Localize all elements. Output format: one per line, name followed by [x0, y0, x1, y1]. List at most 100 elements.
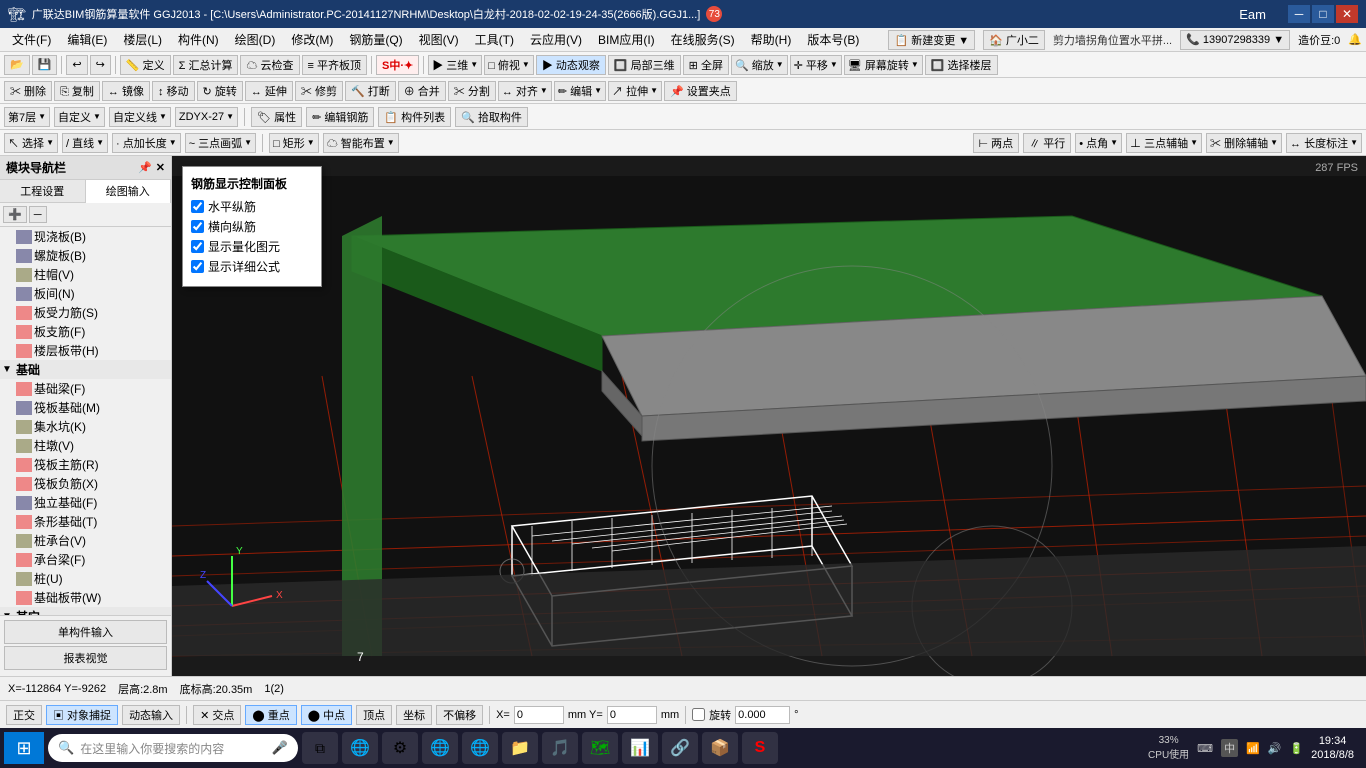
rotate-checkbox[interactable] — [692, 708, 705, 721]
coord-btn[interactable]: 坐标 — [396, 705, 432, 725]
arc-dropdown[interactable]: ~ 三点画弧 ▼ — [185, 133, 256, 153]
sidebar-collapse-btn[interactable]: ─ — [29, 206, 47, 223]
menu-view[interactable]: 视图(V) — [411, 29, 467, 50]
merge-btn[interactable]: ⊕ 合并 — [398, 81, 446, 101]
checkbox-horizontal[interactable]: 水平纵筋 — [191, 198, 313, 215]
define-btn[interactable]: 📏 定义 — [120, 55, 171, 75]
taskbar-app-green[interactable]: 🗺 — [582, 732, 618, 764]
align-top-btn[interactable]: ≡ 平齐板顶 — [302, 55, 367, 75]
pickup-component-btn[interactable]: 🔍 拾取构件 — [455, 107, 528, 127]
local-3d-btn[interactable]: 🔲 局部三维 — [608, 55, 681, 75]
top-view-dropdown[interactable]: □ 俯视 ▼ — [484, 55, 534, 75]
rotate-btn[interactable]: ↻ 旋转 — [197, 81, 243, 101]
no-offset-btn[interactable]: 不偏移 — [436, 705, 483, 725]
tree-item-banshouli[interactable]: 板受力筋(S) — [0, 303, 171, 322]
tree-item-luodiban[interactable]: 螺旋板(B) — [0, 246, 171, 265]
expand-icon[interactable]: ▼ — [2, 364, 16, 375]
report-view-btn[interactable]: 报表视觉 — [4, 646, 167, 670]
taskbar-app-ie2[interactable]: 🌐 — [462, 732, 498, 764]
select-floor-btn[interactable]: 🔲 选择楼层 — [925, 55, 998, 75]
taskbar-app-folder[interactable]: 📁 — [502, 732, 538, 764]
tree-item-dulijichu[interactable]: 独立基础(F) — [0, 493, 171, 512]
y-input[interactable] — [607, 706, 657, 724]
line-type-select[interactable]: 自定义线 ▼ — [109, 107, 171, 127]
tree-item-banjian[interactable]: 板间(N) — [0, 284, 171, 303]
component-list-btn[interactable]: 📋 构件列表 — [378, 107, 451, 127]
rotate-input[interactable] — [735, 706, 790, 724]
undo-btn[interactable]: ↩ — [66, 55, 87, 75]
cloud-check-btn[interactable]: ☁ 云检查 — [240, 55, 299, 75]
save-btn[interactable]: 💾 — [32, 55, 58, 75]
tree-item-jichuban[interactable]: 基础板带(W) — [0, 588, 171, 607]
menu-tools[interactable]: 工具(T) — [467, 29, 522, 50]
taskbar-app-settings[interactable]: ⚙ — [382, 732, 418, 764]
two-point-btn[interactable]: ⊢ 两点 — [973, 133, 1020, 153]
menu-rebar-qty[interactable]: 钢筋量(Q) — [341, 29, 410, 50]
length-mark-dropdown[interactable]: ↔ 长度标注 ▼ — [1286, 133, 1362, 153]
cad-center-btn[interactable]: S中·✦ — [376, 55, 419, 75]
smart-arrange-dropdown[interactable]: ☁ 智能布置 ▼ — [323, 133, 399, 153]
sidebar-close-btn[interactable]: ✕ — [156, 161, 165, 174]
tree-item-kuangbanjichu[interactable]: 筏板基础(M) — [0, 398, 171, 417]
edit-rebar-btn[interactable]: ✏ 编辑钢筋 — [306, 107, 374, 127]
menu-edit[interactable]: 编辑(E) — [59, 29, 115, 50]
tab-project-settings[interactable]: 工程设置 — [0, 180, 86, 203]
checkbox-vertical[interactable]: 横向纵筋 — [191, 218, 313, 235]
intersection-btn[interactable]: ✕ 交点 — [193, 705, 241, 725]
menu-cloud[interactable]: 云应用(V) — [522, 29, 590, 50]
close-button[interactable]: ✕ — [1336, 5, 1358, 23]
menu-online[interactable]: 在线服务(S) — [663, 29, 743, 50]
object-snap-btn[interactable]: ▣ 对象捕捉 — [46, 705, 118, 725]
task-view-btn[interactable]: ⧉ — [302, 732, 338, 764]
calc-btn[interactable]: Σ 汇总计算 — [173, 55, 239, 75]
menu-bim[interactable]: BIM应用(I) — [590, 29, 663, 50]
taskbar-app-ie[interactable]: 🌐 — [422, 732, 458, 764]
tree-item-jiazengbandai[interactable]: 楼层板带(H) — [0, 341, 171, 360]
checkbox-show-qty-input[interactable] — [191, 240, 204, 253]
bell-icon[interactable]: 🔔 — [1348, 33, 1362, 46]
taskbar-app-stats[interactable]: 📊 — [622, 732, 658, 764]
taskbar-app-box[interactable]: 📦 — [702, 732, 738, 764]
maximize-button[interactable]: □ — [1312, 5, 1334, 23]
sidebar-add-btn[interactable]: ➕ — [3, 206, 27, 223]
dynamic-view-btn[interactable]: ▶ 动态观察 — [536, 55, 606, 75]
center-btn[interactable]: ⬤ 中点 — [301, 705, 352, 725]
taskbar-app-sogou[interactable]: S — [742, 732, 778, 764]
checkbox-show-qty[interactable]: 显示量化图元 — [191, 238, 313, 255]
menu-version[interactable]: 版本号(B) — [799, 29, 867, 50]
checkbox-show-formula-input[interactable] — [191, 260, 204, 273]
3d-view-dropdown[interactable]: ▶ 三维 ▼ — [428, 55, 482, 75]
split-btn[interactable]: ✂ 分割 — [448, 81, 496, 101]
orthogonal-btn[interactable]: 正交 — [6, 705, 42, 725]
dynamic-input-btn[interactable]: 动态输入 — [122, 705, 180, 725]
tree-item-jichuliangF[interactable]: 基础梁(F) — [0, 379, 171, 398]
taskbar-search[interactable]: 🔍 在这里输入你要搜索的内容 🎤 — [48, 734, 298, 762]
delete-axis-dropdown[interactable]: ✂ 删除辅轴 ▼ — [1206, 133, 1282, 153]
three-point-axis-dropdown[interactable]: ⊥ 三点辅轴 ▼ — [1126, 133, 1202, 153]
tree-item-kuangbanzhuR[interactable]: 筏板主筋(R) — [0, 455, 171, 474]
screen-rotate-dropdown[interactable]: 🖥 屏幕旋转 ▼ — [844, 55, 923, 75]
ime-icon[interactable]: 中 — [1221, 739, 1238, 757]
menu-floor[interactable]: 楼层(L) — [115, 29, 170, 50]
checkbox-show-formula[interactable]: 显示详细公式 — [191, 258, 313, 275]
zoom-dropdown[interactable]: 🔍 缩放 ▼ — [731, 55, 788, 75]
parallel-btn[interactable]: ∥ 平行 — [1023, 133, 1071, 153]
sidebar-pin-btn[interactable]: 📌 — [138, 161, 152, 174]
tree-item-chengtailiang[interactable]: 承台梁(F) — [0, 550, 171, 569]
checkbox-horizontal-input[interactable] — [191, 200, 204, 213]
tree-item-zhuma[interactable]: 柱帽(V) — [0, 265, 171, 284]
tree-item-zhuang[interactable]: 桩(U) — [0, 569, 171, 588]
property-btn[interactable]: 🏷 属性 — [251, 107, 302, 127]
align-dropdown[interactable]: ↔ 对齐 ▼ — [498, 81, 552, 101]
point-angle-dropdown[interactable]: • 点角 ▼ — [1075, 133, 1122, 153]
edit-dropdown[interactable]: ✏ 编辑 ▼ — [554, 81, 606, 101]
tree-item-jijukang[interactable]: 集水坑(K) — [0, 417, 171, 436]
pan-dropdown[interactable]: ✛ 平移 ▼ — [790, 55, 842, 75]
taskbar-app-music[interactable]: 🎵 — [542, 732, 578, 764]
break-btn[interactable]: 🔨 打断 — [345, 81, 396, 101]
volume-icon[interactable]: 🔊 — [1268, 742, 1282, 755]
taskbar-app-edge[interactable]: 🌐 — [342, 732, 378, 764]
taskbar-app-link[interactable]: 🔗 — [662, 732, 698, 764]
viewport[interactable]: 7 X Y Z 钢筋显示控制面板 水平纵筋 — [172, 156, 1366, 676]
midpoint-btn[interactable]: ⬤ 重点 — [245, 705, 296, 725]
